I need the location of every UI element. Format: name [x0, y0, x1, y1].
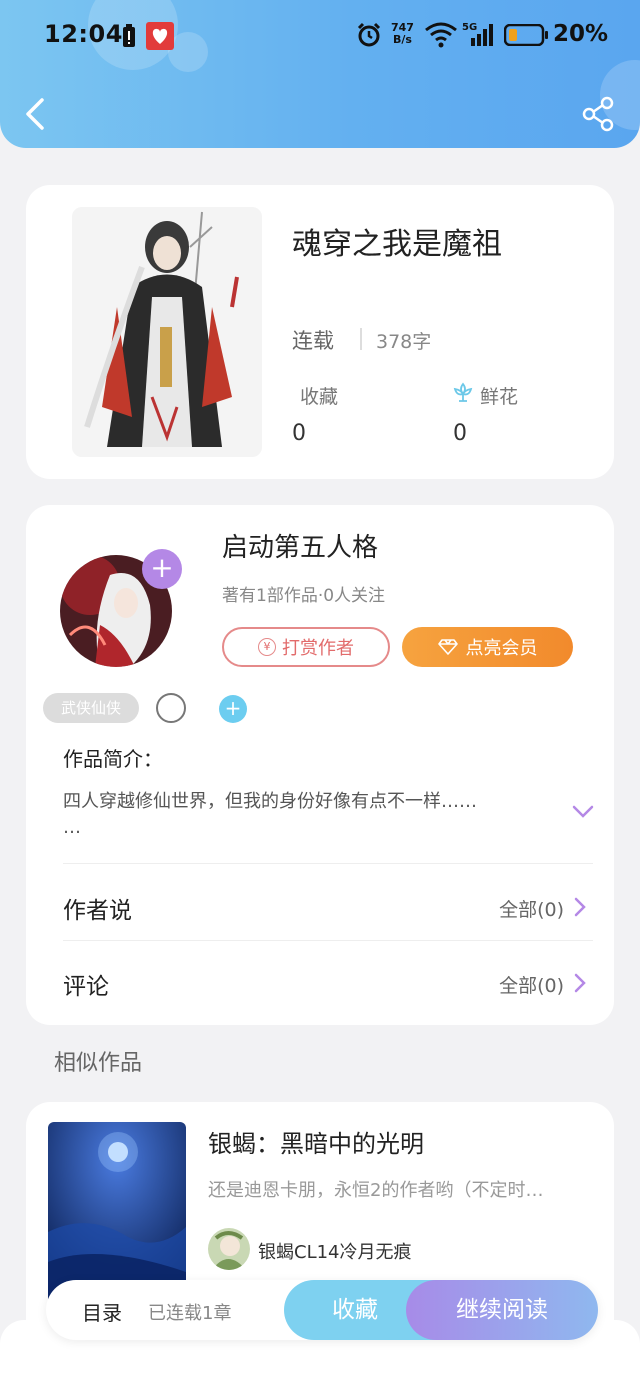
author-card: + 启动第五人格 著有1部作品·0人关注 ¥ 打赏作者 点亮会员 武侠仙侠 + … — [26, 505, 614, 1025]
battery-icon — [504, 24, 548, 46]
book-title: 魂穿之我是魔祖 — [292, 227, 502, 262]
follow-author-button[interactable]: + — [142, 549, 182, 589]
similar-author-avatar — [208, 1228, 250, 1270]
status-time: 12:04 — [44, 20, 123, 48]
similar-works-title: 相似作品 — [54, 1051, 143, 1076]
battery-alert-icon — [123, 24, 135, 47]
diamond-icon — [437, 639, 458, 655]
intro-text-line: 四人穿越修仙世界，但我的身份好像有点不一样…… — [63, 791, 477, 812]
add-tag-button[interactable]: + — [219, 695, 247, 723]
flowers-label: 鲜花 — [480, 386, 519, 408]
signal-icon — [471, 24, 493, 46]
bottom-action-bar: 目录 已连载1章 收藏 继续阅读 — [46, 1280, 598, 1340]
empty-tag-circle[interactable] — [156, 693, 186, 723]
author-stats: 著有1部作品·0人关注 — [222, 586, 386, 606]
intro-text: 四人穿越修仙世界，但我的身份好像有点不一样…… … — [63, 789, 543, 841]
back-icon[interactable] — [22, 96, 50, 132]
chevron-right-icon[interactable] — [574, 973, 586, 993]
battery-percent: 20% — [553, 21, 609, 47]
book-cover-image[interactable] — [72, 207, 262, 457]
vip-button[interactable]: 点亮会员 — [402, 627, 573, 667]
tip-author-label: 打赏作者 — [282, 638, 354, 659]
favorites-label: 收藏 — [300, 386, 339, 408]
author-name[interactable]: 启动第五人格 — [222, 527, 378, 564]
divider — [360, 328, 362, 350]
share-icon[interactable] — [580, 96, 616, 132]
network-speed-unit: B/s — [393, 33, 412, 46]
similar-work-title[interactable]: 银蝎：黑暗中的光明 — [208, 1124, 424, 1159]
divider — [63, 863, 593, 864]
favorites-count: 0 — [292, 421, 306, 446]
toc-button[interactable]: 目录 — [82, 1297, 122, 1326]
divider — [63, 940, 593, 941]
continue-reading-button[interactable]: 继续阅读 — [406, 1280, 598, 1340]
intro-label: 作品简介： — [63, 747, 163, 771]
book-cover-illustration — [72, 207, 262, 457]
flower-icon — [453, 382, 473, 402]
chevron-down-icon[interactable] — [572, 805, 594, 819]
serial-status: 连载 — [292, 329, 334, 353]
vip-label: 点亮会员 — [465, 638, 538, 659]
similar-work-desc: 还是迪恩卡朋，永恒2的作者哟（不定时… — [208, 1180, 544, 1201]
flowers-count: 0 — [453, 421, 467, 446]
comments-all-link[interactable]: 全部(0) — [499, 971, 564, 998]
alarm-icon — [357, 22, 381, 47]
similar-author-name: 银蝎CL14冷月无痕 — [258, 1242, 412, 1263]
yen-icon: ¥ — [258, 638, 276, 656]
book-info-card: 魂穿之我是魔祖 连载 378字 收藏 0 鲜花 0 — [26, 185, 614, 479]
tip-author-button[interactable]: ¥ 打赏作者 — [222, 627, 390, 667]
wifi-icon — [425, 22, 457, 48]
comments-label[interactable]: 评论 — [63, 967, 109, 1001]
app-notification-icon — [146, 22, 174, 50]
chevron-right-icon[interactable] — [574, 897, 586, 917]
network-speed: 747 B/s — [391, 22, 414, 46]
intro-text-ellipsis: … — [63, 817, 81, 838]
genre-tag[interactable]: 武侠仙侠 — [43, 693, 139, 723]
status-bar: 12:04 747 B/s 5G 20% — [0, 0, 640, 72]
avatar-illustration — [208, 1228, 250, 1270]
author-says-label[interactable]: 作者说 — [63, 891, 132, 925]
author-says-all-link[interactable]: 全部(0) — [499, 895, 564, 922]
word-count: 378字 — [376, 331, 432, 353]
chapter-count: 已连载1章 — [148, 1303, 232, 1324]
